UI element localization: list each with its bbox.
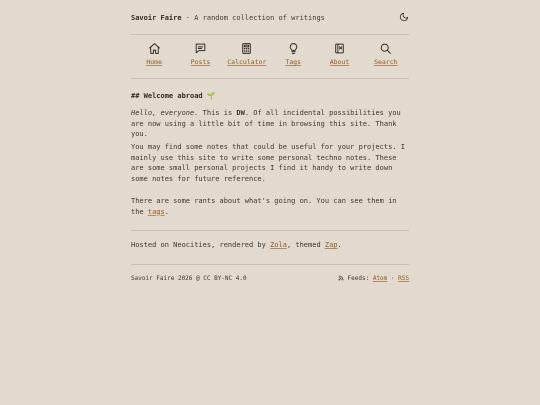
search-icon [379,42,392,55]
zola-link[interactable]: Zola [270,241,287,249]
main-nav: Home Posts Calculator Tags About Search [131,42,409,68]
nav-label-search: Search [374,58,398,66]
footer-divider [131,264,409,265]
intro-text-a: This is [198,109,237,117]
title-separator: · [185,14,191,22]
nav-item-home[interactable]: Home [131,42,177,68]
nav-label-home: Home [146,58,162,66]
nav-label-posts: Posts [190,58,211,66]
feeds-separator: · [390,275,395,282]
rants-paragraph: There are some rants about what's going … [131,196,411,217]
nav-divider [131,78,409,79]
calculator-icon [240,42,253,55]
home-icon [148,42,161,55]
feeds-label: Feeds: [347,275,370,282]
site-title[interactable]: Savoir Faire [131,14,182,22]
nav-item-calculator[interactable]: Calculator [224,42,270,68]
rants-text: There are some rants about what's going … [131,197,397,216]
nav-label-tags: Tags [285,58,301,66]
feeds: Feeds: Atom · RSS [338,274,409,283]
notebook-icon [333,42,346,55]
site-tagline: A random collection of writings [194,14,325,22]
hosted-text-end: . [337,241,342,249]
lightbulb-icon [287,42,300,55]
moon-icon[interactable] [399,12,409,22]
zap-link[interactable]: Zap [325,241,338,249]
page-heading: ## Welcome abroad 🌱 [131,92,216,100]
nav-item-tags[interactable]: Tags [270,42,316,68]
hosted-paragraph: Hosted on Neocities, rendered by Zola, t… [131,240,411,251]
rss-icon [338,275,344,281]
hosted-text: Hosted on Neocities, rendered by [131,241,271,249]
rss-link[interactable]: RSS [398,275,409,282]
atom-link[interactable]: Atom [373,275,387,282]
author-name: DW [236,109,245,117]
nav-item-search[interactable]: Search [363,42,409,68]
intro-paragraph: Hello, everyone. This is DW. Of all inci… [131,108,411,140]
greeting-text: Hello, everyone. [131,109,199,117]
site-header: Savoir Faire · A random collection of wr… [131,12,409,25]
notes-paragraph: You may find some notes that could be us… [131,143,405,183]
copyright-text: Savoir Faire 2026 @ CC BY-NC 4.0 [131,275,247,282]
nav-label-about: About [329,58,350,66]
nav-label-calculator: Calculator [227,58,267,66]
hosted-text-mid: , themed [286,241,325,249]
tags-link[interactable]: tags [148,208,165,216]
nav-item-about[interactable]: About [316,42,362,68]
message-icon [194,42,207,55]
header-divider [131,34,409,35]
rants-text-end: . [164,207,169,216]
site-footer: Savoir Faire 2026 @ CC BY-NC 4.0 Feeds: … [131,274,409,283]
content-divider [131,230,409,231]
nav-item-posts[interactable]: Posts [177,42,223,68]
